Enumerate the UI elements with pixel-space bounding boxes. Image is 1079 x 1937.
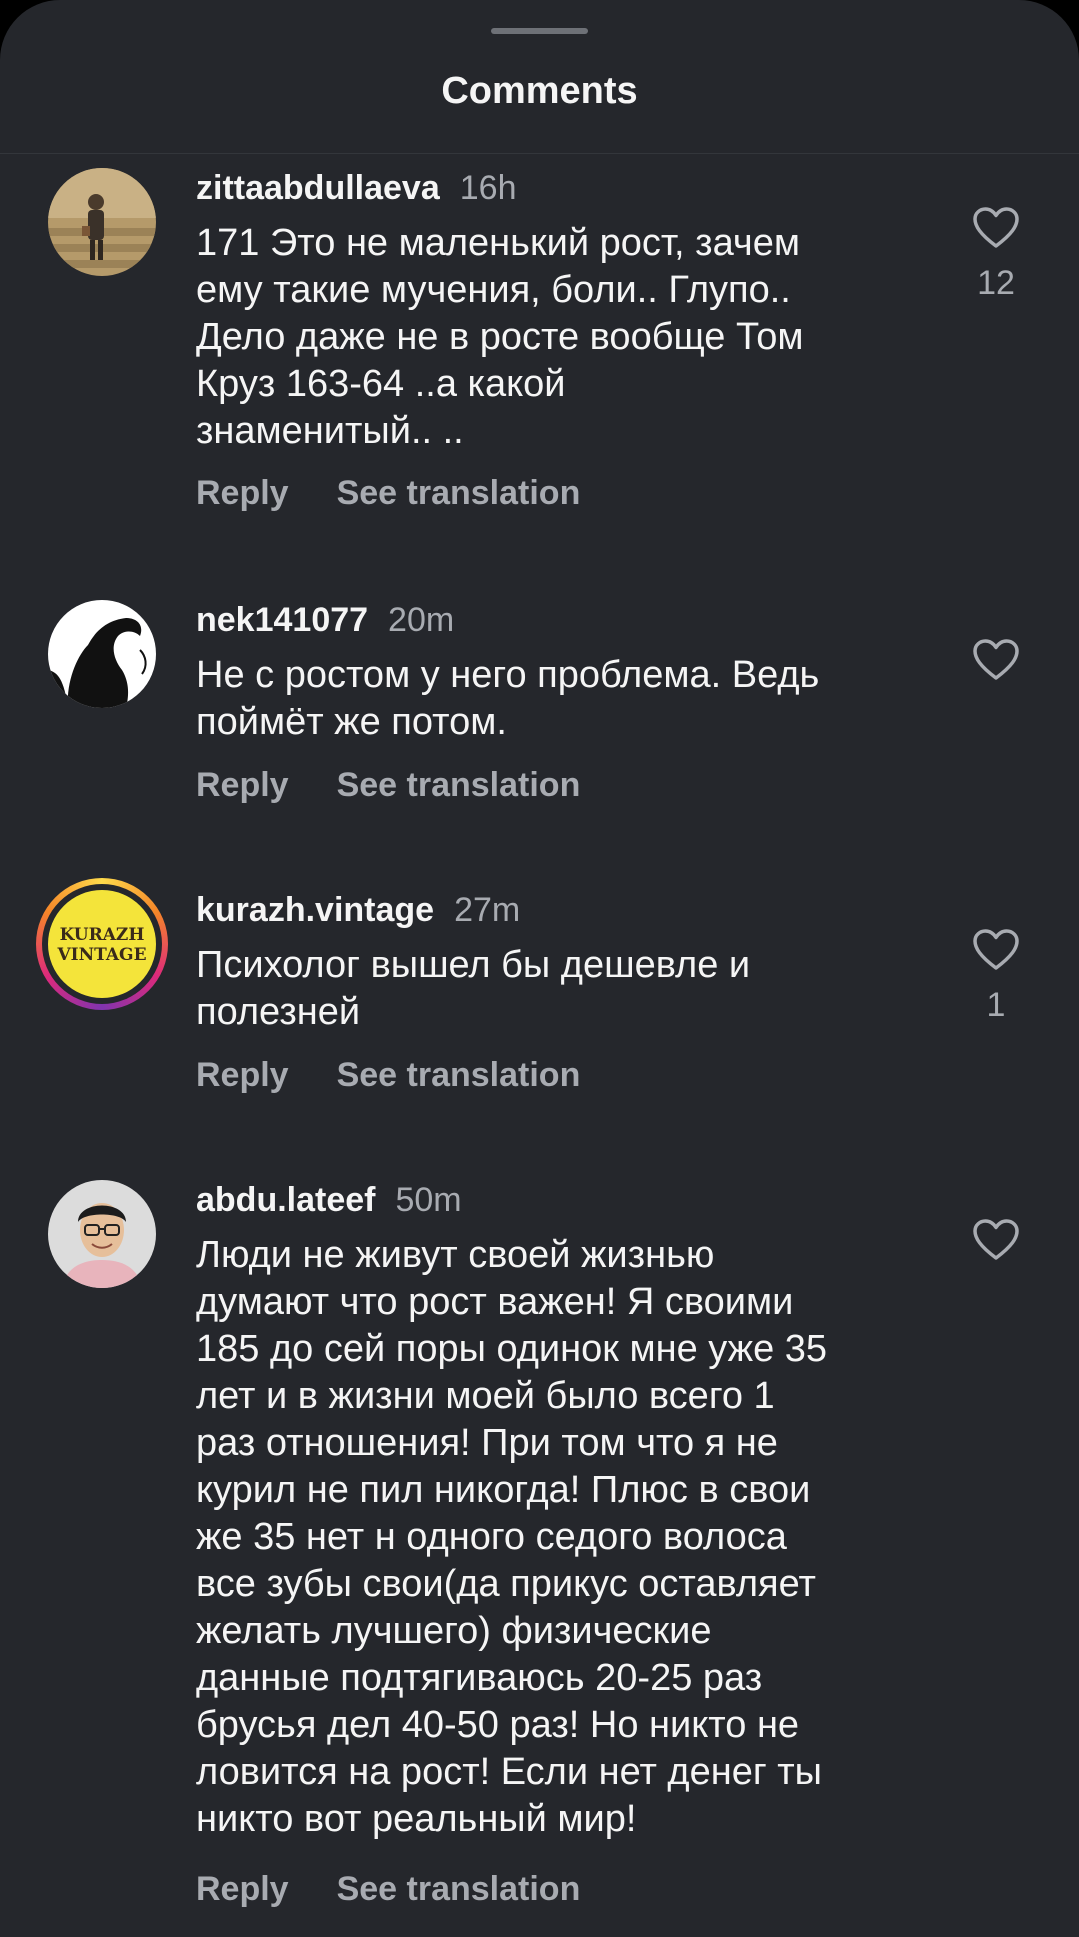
comment-actions: Reply See translation	[196, 1870, 580, 1909]
like-button[interactable]: 12	[966, 206, 1026, 303]
avatar: KURAZH VINTAGE	[48, 890, 156, 998]
like-button[interactable]	[966, 1218, 1026, 1276]
comment-time: 16h	[459, 169, 517, 207]
avatar[interactable]	[48, 1180, 156, 1288]
comment-actions: Reply See translation	[196, 474, 580, 513]
see-translation-button[interactable]: See translation	[337, 1056, 581, 1095]
like-button[interactable]	[966, 638, 1026, 696]
heart-outline-icon	[973, 929, 1019, 970]
comment-username[interactable]: abdu.lateef	[196, 1181, 375, 1219]
comment-text: 171 Это не маленький рост, зачем ему так…	[196, 222, 804, 452]
heart-outline-icon	[973, 639, 1019, 680]
comment-time: 27m	[454, 891, 521, 929]
comment-meta: nek141077 20m	[196, 600, 454, 640]
see-translation-button[interactable]: See translation	[337, 474, 581, 513]
comment-time: 50m	[395, 1181, 462, 1219]
comment-text: Психолог вышел бы дешевле и полезней	[196, 944, 751, 1033]
comment-username[interactable]: zittaabdullaeva	[196, 169, 440, 207]
comment-text: Не с ростом у него проблема. Ведь поймёт…	[196, 654, 820, 743]
comment-meta: abdu.lateef 50m	[196, 1180, 462, 1220]
logo-line-1: KURAZH	[60, 925, 145, 945]
reply-button[interactable]: Reply	[196, 474, 289, 513]
comment-meta: zittaabdullaeva 16h	[196, 168, 516, 208]
reply-button[interactable]: Reply	[196, 766, 289, 805]
comment-meta: kurazh.vintage 27m	[196, 890, 520, 930]
avatar[interactable]	[48, 600, 156, 708]
reply-button[interactable]: Reply	[196, 1870, 289, 1909]
logo-line-2: VINTAGE	[56, 945, 146, 965]
comment-text: Люди не живут своей жизнью думают что ро…	[196, 1234, 828, 1840]
comment-actions: Reply See translation	[196, 1056, 580, 1095]
comment-actions: Reply See translation	[196, 766, 580, 805]
heart-outline-icon	[973, 207, 1019, 248]
heart-outline-icon	[973, 1219, 1019, 1260]
like-button[interactable]: 1	[966, 928, 1026, 1025]
comment-time: 20m	[388, 601, 455, 639]
header-divider	[0, 153, 1079, 154]
like-count: 12	[977, 264, 1015, 302]
drag-handle[interactable]	[491, 28, 588, 34]
sheet-title: Comments	[441, 70, 638, 112]
comment-username[interactable]: kurazh.vintage	[196, 891, 434, 929]
reply-button[interactable]: Reply	[196, 1056, 289, 1095]
comment-username[interactable]: nek141077	[196, 601, 368, 639]
see-translation-button[interactable]: See translation	[337, 766, 581, 805]
see-translation-button[interactable]: See translation	[337, 1870, 581, 1909]
comments-sheet: Comments zittaabdullaeva 16h 171 Это не м…	[0, 0, 1079, 1937]
story-ring[interactable]: KURAZH VINTAGE	[36, 878, 168, 1010]
avatar[interactable]	[48, 168, 156, 276]
like-count: 1	[986, 986, 1006, 1024]
